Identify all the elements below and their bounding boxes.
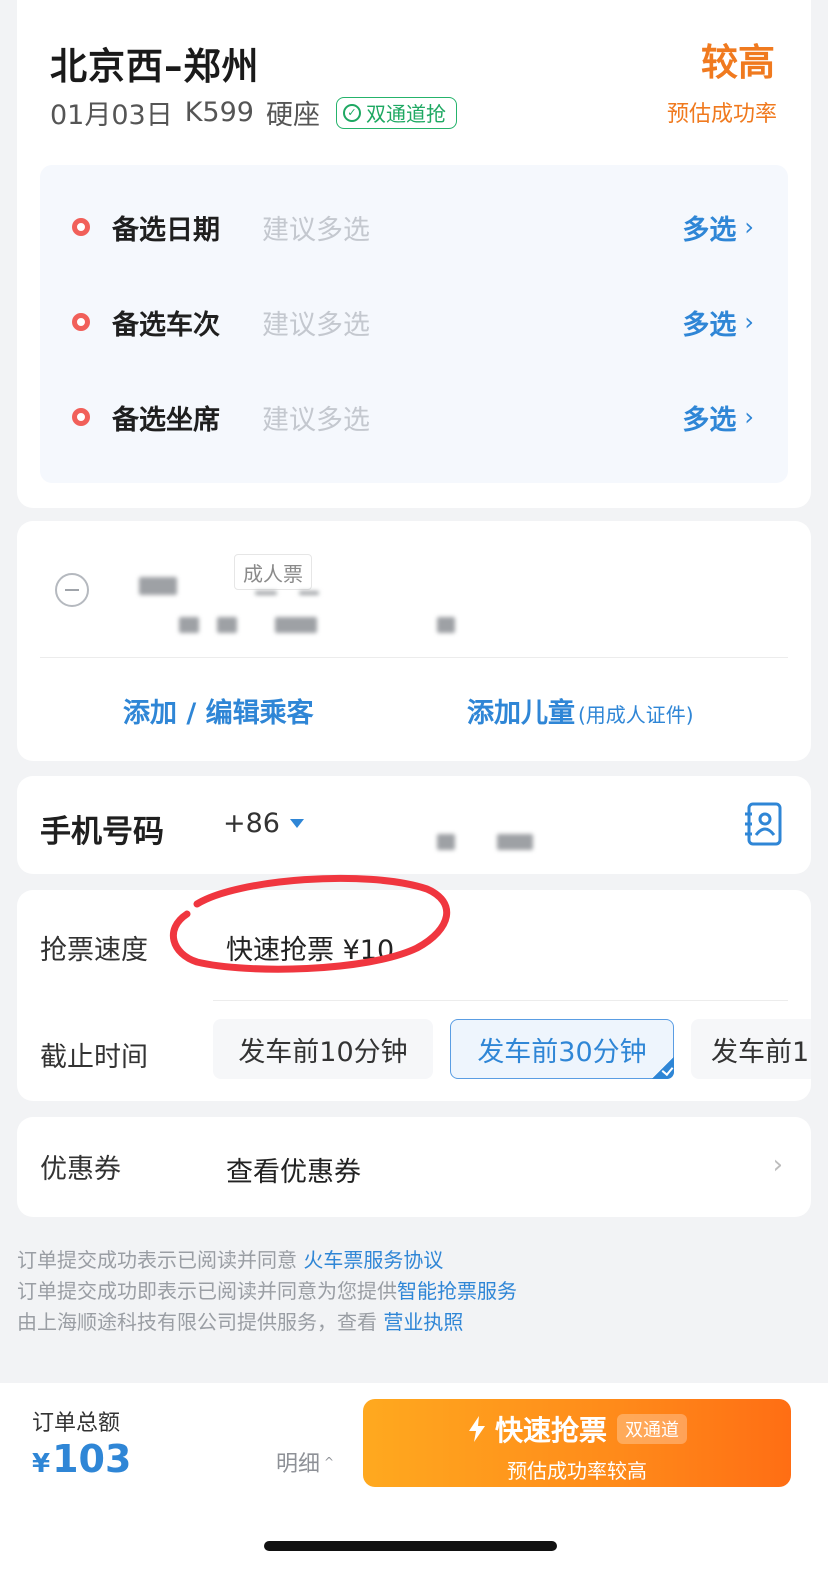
coupon-card[interactable]: 优惠券 查看优惠券 › <box>17 1117 811 1217</box>
price-detail-label: 明细 <box>276 1452 321 1477</box>
grab-ticket-subtitle: 预估成功率较高 <box>507 1459 647 1483</box>
deadline-options: 发车前10分钟 发车前30分钟 发车前1 <box>213 890 811 1101</box>
redacted-id <box>437 617 455 633</box>
route-title: 北京西–郑州 <box>50 45 260 88</box>
trip-subline: 01月03日 K599 硬座 ✓ 双通道抢 <box>50 93 457 132</box>
agreement-text: 订单提交成功表示已阅读并同意 <box>17 1248 304 1272</box>
deadline-label: 截止时间 <box>40 1042 148 1073</box>
total-value: 103 <box>52 1437 132 1481</box>
deadline-option[interactable]: 发车前1 <box>691 1019 811 1079</box>
passenger-card: 成人票 添加 / 编辑乘客 添加儿童 (用成人证件) <box>17 521 811 761</box>
multi-select-label: 多选 <box>682 404 737 436</box>
divider <box>40 657 788 658</box>
deadline-option-label: 发车前30分钟 <box>477 1036 647 1068</box>
deadline-option-selected[interactable]: 发车前30分钟 <box>450 1019 674 1079</box>
bottom-bar: 订单总额 ¥ 103 明细 ^ 快速抢票 双通道 预估成功率较高 <box>0 1383 828 1581</box>
red-dot-icon <box>72 218 90 236</box>
lightning-icon <box>468 1416 485 1442</box>
grab-ticket-top: 快速抢票 双通道 <box>363 1409 791 1449</box>
contact-book-icon[interactable] <box>743 801 783 847</box>
redacted-id <box>217 617 237 633</box>
grab-ticket-button[interactable]: 快速抢票 双通道 预估成功率较高 <box>363 1399 791 1487</box>
redacted-id <box>179 617 199 633</box>
alt-hint: 建议多选 <box>262 214 370 246</box>
price-detail-button[interactable]: 明细 ^ <box>276 1446 334 1478</box>
add-edit-passenger-button[interactable]: 添加 / 编辑乘客 <box>123 691 314 730</box>
redacted-phone <box>437 834 455 850</box>
alt-hint: 建议多选 <box>262 309 370 341</box>
alt-row-seat[interactable]: 备选坐席 建议多选 多选 › <box>40 387 788 447</box>
total-amount: ¥ 103 <box>32 1437 131 1481</box>
red-dot-icon <box>72 408 90 426</box>
phone-label: 手机号码 <box>40 814 164 850</box>
check-circle-icon: ✓ <box>342 103 361 122</box>
business-license-link[interactable]: 营业执照 <box>383 1310 463 1334</box>
multi-select-button[interactable]: 多选 › <box>682 208 754 247</box>
grab-ticket-label: 快速抢票 <box>494 1414 607 1447</box>
dual-channel-badge: ✓ 双通道抢 <box>335 96 457 129</box>
agreement-text: 订单提交成功即表示已阅读并同意为您提供 <box>17 1279 397 1303</box>
train-number: K599 <box>184 97 254 128</box>
red-dot-icon <box>72 313 90 331</box>
smart-grab-service-link[interactable]: 智能抢票服务 <box>397 1279 517 1303</box>
add-edit-passenger-label: 添加 / 编辑乘客 <box>123 698 314 729</box>
trip-card: 北京西–郑州 01月03日 K599 硬座 ✓ 双通道抢 较高 预估成功率 备选… <box>17 0 811 508</box>
redacted-mark <box>255 591 277 595</box>
multi-select-label: 多选 <box>682 214 737 246</box>
dual-channel-tag: 双通道 <box>617 1414 687 1444</box>
chevron-right-icon: › <box>744 213 754 241</box>
multi-select-button[interactable]: 多选 › <box>682 398 754 437</box>
trip-date: 01月03日 <box>50 100 173 131</box>
alt-label: 备选坐席 <box>112 404 220 436</box>
train-service-agreement-link[interactable]: 火车票服务协议 <box>303 1248 443 1272</box>
seat-type: 硬座 <box>265 100 320 131</box>
country-code-value: +86 <box>223 808 280 839</box>
caret-down-icon <box>289 819 304 828</box>
alt-label: 备选车次 <box>112 309 220 341</box>
success-rate-label: 预估成功率 <box>666 102 777 127</box>
agreement-line-3: 由上海顺途科技有限公司提供服务，查看 营业执照 <box>17 1306 463 1335</box>
phone-card: 手机号码 +86 <box>17 776 811 874</box>
dual-channel-label: 双通道抢 <box>365 102 446 126</box>
redacted-phone <box>497 834 533 850</box>
alternatives-box: 备选日期 建议多选 多选 › 备选车次 建议多选 多选 › 备选坐席 建议多选 … <box>40 165 788 483</box>
chevron-up-icon: ^ <box>324 1455 335 1469</box>
redacted-name <box>139 577 177 595</box>
country-code-select[interactable]: +86 <box>223 808 304 839</box>
multi-select-label: 多选 <box>682 309 737 341</box>
add-child-label: 添加儿童 <box>467 698 575 729</box>
alt-label: 备选日期 <box>112 214 220 246</box>
currency-symbol: ¥ <box>32 1449 51 1479</box>
chevron-right-icon: › <box>744 403 754 431</box>
deadline-option[interactable]: 发车前10分钟 <box>213 1019 433 1079</box>
alt-hint: 建议多选 <box>262 404 370 436</box>
redacted-id <box>275 617 317 633</box>
speed-label: 抢票速度 <box>40 935 148 966</box>
add-child-note: (用成人证件) <box>578 703 694 727</box>
alt-row-date[interactable]: 备选日期 建议多选 多选 › <box>40 197 788 257</box>
ticket-type-tag: 成人票 <box>234 554 312 590</box>
check-corner-icon <box>652 1057 674 1079</box>
success-rate-value: 较高 <box>701 41 775 84</box>
chevron-right-icon: › <box>744 308 754 336</box>
total-label: 订单总额 <box>32 1411 121 1436</box>
remove-passenger-icon[interactable] <box>55 573 89 607</box>
chevron-right-icon: › <box>772 1150 783 1180</box>
coupon-label: 优惠券 <box>40 1154 121 1185</box>
speed-card: 抢票速度 快速抢票 ¥10 截止时间 发车前10分钟 发车前30分钟 发车前1 <box>17 874 811 1101</box>
home-indicator <box>264 1541 557 1551</box>
multi-select-button[interactable]: 多选 › <box>682 303 754 342</box>
alt-row-train[interactable]: 备选车次 建议多选 多选 › <box>40 292 788 352</box>
add-child-button[interactable]: 添加儿童 (用成人证件) <box>467 691 694 730</box>
agreement-text: 由上海顺途科技有限公司提供服务，查看 <box>17 1310 384 1334</box>
coupon-value: 查看优惠券 <box>226 1157 361 1188</box>
redacted-mark <box>299 591 319 595</box>
agreement-line-1: 订单提交成功表示已阅读并同意 火车票服务协议 <box>17 1244 443 1273</box>
agreement-line-2: 订单提交成功即表示已阅读并同意为您提供智能抢票服务 <box>17 1275 517 1304</box>
